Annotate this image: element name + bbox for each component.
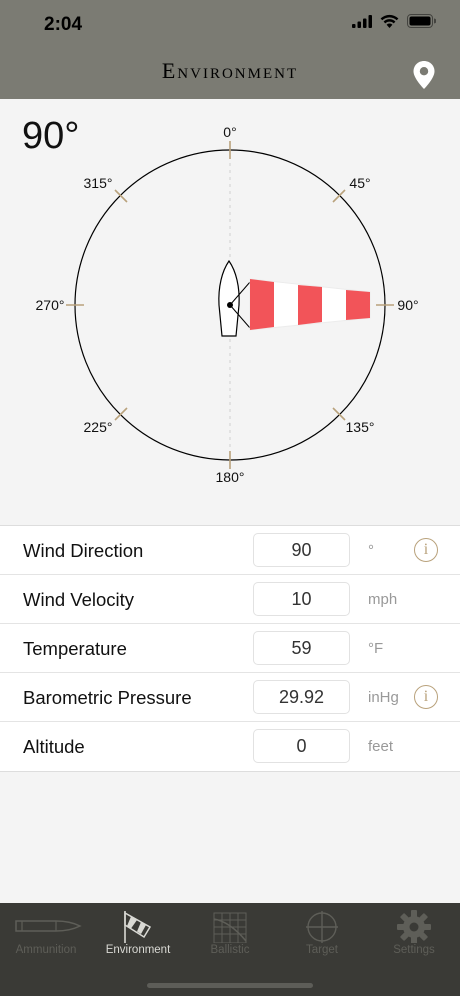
tab-ammunition[interactable]: Ammunition (0, 903, 92, 963)
signal-icon (352, 14, 372, 28)
wind-direction-row: Wind Direction 90 ° i (0, 526, 460, 575)
gear-icon (397, 910, 431, 943)
wind-velocity-input[interactable]: 10 (253, 582, 350, 616)
wind-velocity-unit: mph (368, 591, 398, 608)
altitude-input[interactable]: 0 (253, 729, 350, 763)
status-time: 2:04 (44, 14, 83, 35)
barometric-pressure-unit: inHg (368, 689, 399, 706)
battery-icon (407, 14, 436, 28)
tab-target[interactable]: Target (276, 903, 368, 963)
wind-velocity-label: Wind Velocity (23, 589, 135, 610)
compass-label-45: 45° (349, 175, 370, 191)
barometric-pressure-input[interactable]: 29.92 (253, 680, 350, 714)
compass-label-0: 0° (223, 124, 236, 140)
compass-label-225: 225° (84, 419, 113, 435)
header-bar: 2:04 Environment (0, 0, 460, 99)
tab-settings-label: Settings (393, 944, 435, 956)
wind-direction-input[interactable]: 90 (253, 533, 350, 567)
windsock-indicator (227, 278, 371, 331)
altitude-row: Altitude 0 feet (0, 722, 460, 771)
compass-label-90: 90° (397, 297, 418, 313)
temperature-unit: °F (368, 640, 384, 657)
wind-direction-label: Wind Direction (23, 540, 144, 561)
wind-direction-unit: ° (368, 542, 374, 559)
wind-direction-readout: 90° (22, 115, 80, 157)
tab-environment-label: Environment (105, 944, 171, 956)
barometric-pressure-row: Barometric Pressure 29.92 inHg i (0, 673, 460, 722)
tab-ballistic[interactable]: Ballistic (184, 903, 276, 963)
compass-label-180: 180° (216, 469, 245, 485)
compass-label-270: 270° (36, 297, 65, 313)
windsock-icon (124, 911, 152, 943)
barometric-pressure-info-icon[interactable]: i (414, 685, 438, 709)
wind-direction-info-icon[interactable]: i (414, 538, 438, 562)
compass-label-315: 315° (84, 175, 113, 191)
home-indicator[interactable] (147, 983, 313, 988)
temperature-row: Temperature 59 °F (0, 624, 460, 673)
wind-compass[interactable]: 0° 45° 90° 135° 180° 225° 270° 315° (0, 99, 460, 525)
compass-panel: 0° 45° 90° 135° 180° 225° 270° 315° 90° (0, 99, 460, 525)
temperature-input[interactable]: 59 (253, 631, 350, 665)
crosshair-icon (306, 911, 338, 943)
tab-target-label: Target (306, 944, 338, 956)
tab-environment[interactable]: Environment (92, 903, 184, 963)
status-icons (352, 14, 436, 28)
ballistic-grid-icon (213, 912, 247, 943)
wind-velocity-row: Wind Velocity 10 mph (0, 575, 460, 624)
location-pin-icon[interactable] (412, 60, 436, 90)
compass-label-135: 135° (346, 419, 375, 435)
tab-ballistic-label: Ballistic (210, 944, 250, 956)
environment-form: Wind Direction 90 ° i Wind Velocity 10 m… (0, 525, 460, 772)
altitude-unit: feet (368, 738, 394, 755)
temperature-label: Temperature (23, 638, 127, 659)
page-title: Environment (161, 58, 299, 83)
barometric-pressure-label: Barometric Pressure (23, 687, 192, 708)
tab-settings[interactable]: Settings (368, 903, 460, 963)
bullet-icon (15, 920, 82, 932)
tab-ammunition-label: Ammunition (15, 944, 77, 956)
altitude-label: Altitude (23, 736, 85, 757)
wifi-icon (380, 14, 399, 28)
